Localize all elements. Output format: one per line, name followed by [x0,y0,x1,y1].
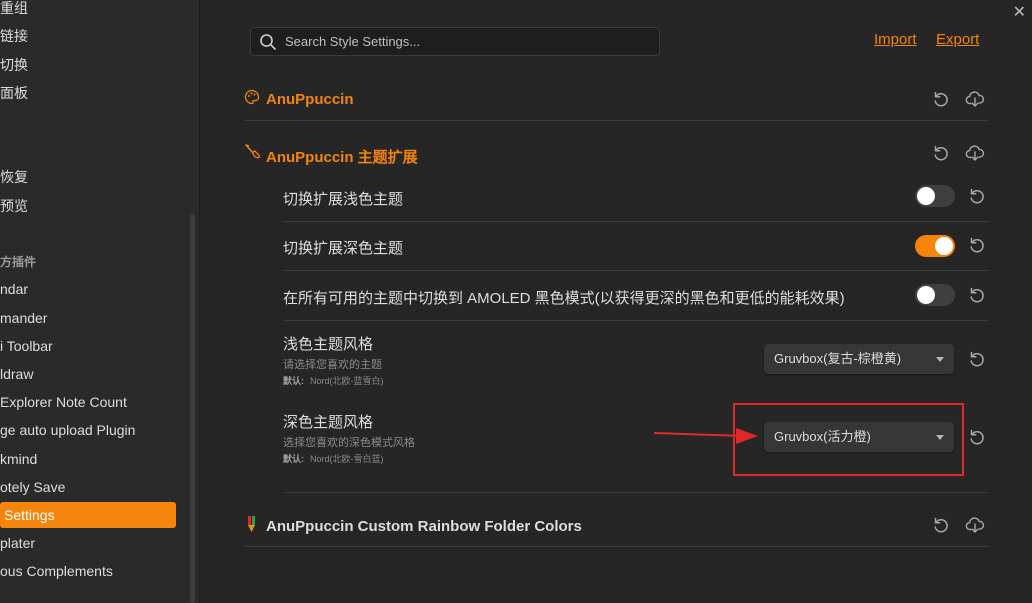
toggle-knob [917,286,935,304]
setting-title: 在所有可用的主题中切换到 AMOLED 黑色模式(以获得更深的黑色和更低的能耗效… [283,290,845,307]
select-value: Gruvbox(复古-棕橙黄) [774,351,902,366]
import-link[interactable]: Import [874,31,917,48]
export-section-icon[interactable] [965,515,985,535]
reset-icon[interactable] [931,515,951,535]
setting-title: 浅色主题风格 [283,336,374,353]
light-theme-toggle[interactable] [915,185,955,207]
setting-title: 深色主题风格 [283,414,374,431]
section-title: AnuPpuccin [266,91,354,108]
sidebar-item-links[interactable]: 链接 [0,24,28,48]
setting-row-dark-switch: 切换扩展深色主题 [283,222,989,271]
brush-icon [245,144,261,159]
dark-theme-toggle[interactable] [915,235,955,257]
default-value: Nord(北欧-雪白蓝) [310,454,384,464]
setting-default: 默认: Nord(北欧-雪白蓝) [283,452,384,465]
sidebar-item-style-settings[interactable]: Settings [4,503,55,527]
setting-description: 选择您喜欢的深色模式风格 [283,437,415,449]
settings-sidebar: 重组 链接 切换 面板 恢复 预览 方插件 ndar mander i Tool… [0,0,200,603]
sidebar-item-regroup[interactable]: 重组 [0,0,28,20]
setting-row-light-style: 浅色主题风格 请选择您喜欢的主题 默认: Nord(北欧-蓝雪白) Gruvbox… [283,321,989,397]
sidebar-item-toolbar[interactable]: i Toolbar [0,334,53,358]
sidebar-item-panel[interactable]: 面板 [0,81,28,105]
light-style-select[interactable]: Gruvbox(复古-棕橙黄) [764,344,954,374]
setting-row-amoled: 在所有可用的主题中切换到 AMOLED 黑色模式(以获得更深的黑色和更低的能耗效… [283,271,989,321]
reset-icon[interactable] [967,427,987,447]
amoled-toggle[interactable] [915,284,955,306]
section-title: AnuPpuccin 主题扩展 [266,149,418,166]
sidebar-item-remotely-save[interactable]: otely Save [0,475,65,499]
sidebar-item-explorer-note-count[interactable]: Explorer Note Count [0,390,127,414]
setting-default: 默认: Nord(北欧-蓝雪白) [283,374,384,387]
sidebar-item-templater[interactable]: plater [0,531,35,555]
setting-description: 请选择您喜欢的主题 [283,359,382,371]
reset-icon[interactable] [967,235,987,255]
sidebar-item-calendar[interactable]: ndar [0,277,28,301]
crayon-icon [248,516,255,532]
sidebar-item-commander[interactable]: mander [0,306,47,330]
default-label: 默认: [283,454,304,464]
palette-icon [244,89,260,105]
reset-icon[interactable] [931,143,951,163]
section-title: AnuPpuccin Custom Rainbow Folder Colors [266,518,582,535]
annotation-arrow-icon [653,428,758,444]
chevron-down-icon [936,357,944,362]
export-section-icon[interactable] [965,89,985,109]
setting-title: 切换扩展深色主题 [283,240,404,257]
setting-row-light-switch: 切换扩展浅色主题 [283,173,989,222]
sidebar-item-switch[interactable]: 切换 [0,53,28,77]
close-icon[interactable]: ✕ [1013,2,1026,22]
default-label: 默认: [283,376,304,386]
sidebar-item-various-complements[interactable]: ous Complements [0,559,113,583]
export-section-icon[interactable] [965,143,985,163]
sidebar-item-excalidraw[interactable]: ldraw [0,362,33,386]
toggle-knob [935,237,953,255]
reset-icon[interactable] [931,89,951,109]
sidebar-item-mindmap[interactable]: kmind [0,447,37,471]
reset-icon[interactable] [967,186,987,206]
section-rainbow-folder-colors[interactable]: AnuPpuccin Custom Rainbow Folder Colors [244,506,989,547]
export-link[interactable]: Export [936,31,979,48]
reset-icon[interactable] [967,349,987,369]
settings-main: ✕ Import Export AnuPpuccin AnuPp [200,0,1032,603]
toggle-knob [917,187,935,205]
search-box[interactable] [250,27,660,56]
sidebar-scrollbar[interactable] [190,214,195,603]
reset-icon[interactable] [967,285,987,305]
default-value: Nord(北欧-蓝雪白) [310,376,384,386]
sidebar-heading-plugins: 方插件 [0,255,37,269]
search-icon [260,33,276,50]
annotation-highlight-box [733,403,964,476]
setting-title: 切换扩展浅色主题 [283,191,404,208]
sidebar-item-image-upload[interactable]: ge auto upload Plugin [0,418,135,442]
section-anuppuccin[interactable]: AnuPpuccin [244,78,989,121]
sidebar-item-preview[interactable]: 预览 [0,194,28,218]
section-extension[interactable]: AnuPpuccin 主题扩展 [244,133,989,173]
sidebar-item-restore[interactable]: 恢复 [0,165,28,189]
search-input[interactable] [285,34,645,49]
